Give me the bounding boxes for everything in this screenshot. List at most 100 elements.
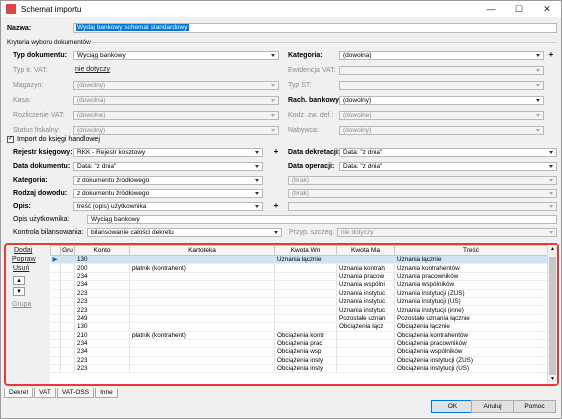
window-title: Schemat importu (21, 4, 82, 14)
column-header[interactable]: Konto (74, 245, 130, 256)
cell-gru (60, 331, 75, 340)
control-select[interactable]: bilansowanie całości dekretu (87, 228, 282, 237)
delete-link[interactable]: Usuń (13, 265, 29, 272)
column-header[interactable]: Gru (60, 245, 75, 256)
name-value: Wydaj bankowy schemat standardowy (76, 24, 189, 31)
book-select[interactable]: (brak) (288, 176, 557, 185)
cell-tresc: Uznania instytucji (ZUS) (394, 289, 547, 298)
arrow-down-icon: ▼ (16, 289, 22, 295)
table-row[interactable]: 223 Uznania instytuc Uznania instytucji (i… (50, 305, 547, 315)
name-label: Nazwa: (7, 25, 32, 32)
criteria-select[interactable]: (dowolny) (339, 96, 544, 105)
criteria-select[interactable]: (dowolna) (339, 51, 544, 60)
cell-konto: 234 (74, 272, 130, 282)
edit-link[interactable]: Popraw (12, 256, 36, 263)
ok-button[interactable]: OK (431, 400, 474, 413)
book-select[interactable]: Data: "z dnia" (339, 162, 557, 171)
table-row[interactable]: 223 Obciążenia insty Obciążenia instytucji… (50, 364, 547, 374)
table-row[interactable]: 234 Obciążenia wsp Obciążenia wspólników (50, 347, 547, 357)
table-row[interactable]: 223 Uznania instytuc Uznania instytucji (Z… (50, 289, 547, 298)
scroll-down-icon[interactable]: ▼ (549, 376, 556, 382)
vertical-scrollbar[interactable]: ▲ ▼ (547, 245, 557, 384)
cell-kart (129, 280, 275, 290)
column-header[interactable]: Kartoteka (129, 245, 275, 256)
table-row[interactable]: 223 Obciążenia insty Obciążenia instytucji… (50, 356, 547, 366)
row-pointer-icon: ▶ (52, 256, 58, 264)
book-select[interactable] (288, 202, 557, 211)
criteria-select[interactable]: (dowolne) (339, 111, 544, 120)
cell-tresc: Obciążenia instytucji (ZUS) (394, 356, 547, 366)
add-link[interactable]: Dodaj (14, 247, 32, 254)
cell-wn: Obciążenia insty (274, 356, 337, 366)
user-desc-field[interactable]: Wyciąg bankowy (87, 215, 557, 224)
book-select[interactable]: (brak) (288, 189, 557, 198)
import-checkbox[interactable]: ✓ (7, 136, 14, 143)
cancel-button[interactable]: Anuluj (471, 400, 514, 413)
cell-kart (129, 255, 275, 265)
criteria-select[interactable] (339, 81, 544, 90)
add-category-button[interactable]: + (547, 51, 555, 60)
book-select[interactable]: z dokumentu źródłowego (73, 189, 263, 198)
close-button[interactable]: ✕ (537, 1, 557, 17)
column-header[interactable] (50, 245, 61, 256)
table-row[interactable]: 249 Pozostałe uznan Pozostałe uznania łącz… (50, 314, 547, 324)
criteria-select[interactable]: (dowolny) (73, 81, 279, 90)
move-up-button[interactable]: ▲ (13, 276, 25, 285)
cell-konto: 234 (74, 280, 130, 290)
table-row[interactable]: 200 płatnik (kontrahent) Uznania kontrah Uz… (50, 263, 547, 273)
criteria-label: Nabywca: (288, 127, 319, 134)
table-row[interactable]: 234 Uznania pracow Uznania pracowników (50, 272, 547, 282)
cell-ma (336, 347, 395, 357)
cell-wn: Obciążenia prac (274, 339, 337, 349)
cell-kart (129, 305, 275, 315)
criteria-select[interactable]: (dowolna) (73, 96, 279, 105)
criteria-select[interactable]: Wyciąg bankowy (73, 51, 279, 60)
book-select[interactable]: treść (opis) użytkownika (73, 202, 263, 211)
scroll-up-icon[interactable]: ▲ (549, 246, 556, 252)
criteria-select[interactable] (339, 66, 544, 75)
criteria-select[interactable]: (dowolny) (339, 126, 544, 135)
table-row[interactable]: 210 płatnik (kontrahent) Obciążenia kontr O… (50, 331, 547, 340)
cell-gru (60, 347, 75, 357)
table-row[interactable]: 234 Obciążenia prac Obciążenia pracowników (50, 339, 547, 349)
decree-grid-panel: Dodaj Popraw Usuń ▲ ▼ Grupa Gru Konto Kart… (4, 243, 559, 386)
criteria-select[interactable]: (dowolne) (73, 111, 279, 120)
book-select[interactable]: Data: "z dnia" (73, 162, 263, 171)
column-header[interactable]: Kwota Ma (336, 245, 395, 256)
cell-gru (60, 364, 75, 374)
tab-inne[interactable]: Inne (95, 388, 118, 398)
table-row[interactable]: 234 Uznania wspólni Uznania wspólników (50, 280, 547, 290)
book-label: Kategoria: (13, 177, 48, 184)
book-select[interactable]: RKK - Rejestr kosztowy (73, 148, 263, 157)
add-book-button[interactable]: + (272, 202, 280, 211)
row-indicator (50, 339, 61, 349)
criteria-select[interactable]: (dowolny) (73, 126, 279, 135)
cell-ma (336, 364, 395, 374)
przyp-select[interactable]: nie dotyczy (337, 228, 557, 237)
scroll-thumb[interactable] (549, 257, 556, 375)
tab-vat-oss[interactable]: VAT-OSS (56, 388, 95, 398)
cell-konto: 200 (74, 263, 130, 273)
name-field[interactable]: Wydaj bankowy schemat standardowy (73, 23, 557, 33)
vat-type-link[interactable]: nie dotyczy (75, 66, 110, 73)
book-select[interactable]: Data: "z dnia" (339, 148, 557, 157)
help-button[interactable]: Pomoc (513, 400, 556, 413)
add-book-button[interactable]: + (272, 148, 280, 157)
column-header[interactable]: Kwota Wn (274, 245, 337, 256)
table-row[interactable]: 130 Obciążenia łącz Obciążenia łącznie (50, 322, 547, 332)
table-row[interactable]: ▶ 130 Uznania łącznie Uznania łącznie (50, 255, 547, 265)
row-indicator (50, 263, 61, 273)
column-header[interactable]: Treść (394, 245, 547, 256)
book-label: Data operacji: (288, 163, 335, 170)
cell-ma: Uznania kontrah (336, 263, 395, 273)
minimize-button[interactable]: — (481, 1, 501, 17)
book-select[interactable]: z dokumentu źródłowego (73, 176, 263, 185)
move-down-button[interactable]: ▼ (13, 287, 25, 296)
tab-vat[interactable]: VAT (34, 388, 56, 398)
table-row[interactable]: 223 Uznania instytuc Uznania instytucji (U… (50, 297, 547, 307)
cell-gru (60, 272, 75, 282)
maximize-button[interactable]: ☐ (509, 1, 529, 17)
tab-dekret[interactable]: Dekret (4, 388, 34, 398)
groups-link[interactable]: Grupa (12, 301, 31, 308)
cell-gru (60, 263, 75, 273)
